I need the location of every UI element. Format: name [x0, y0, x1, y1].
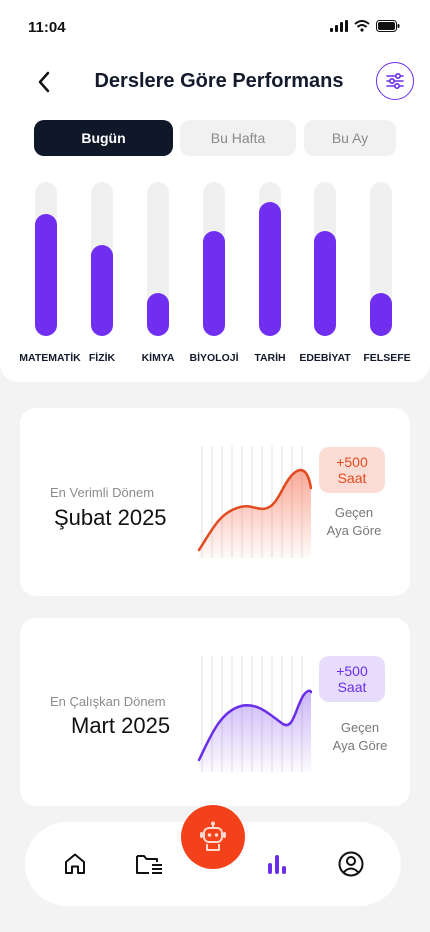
badge-value: +500: [336, 663, 368, 679]
comparison-line-2: Aya Göre: [326, 523, 382, 538]
bar-2[interactable]: [91, 182, 113, 336]
card-subtitle: En Çalışkan Dönem: [50, 694, 166, 709]
card-period: Şubat 2025: [54, 505, 167, 530]
comparison-text: Geçen Aya Göre: [304, 504, 404, 540]
trend-chart: [197, 656, 312, 772]
sliders-icon: [386, 72, 404, 90]
status-time: 11:04: [28, 19, 66, 36]
increase-badge: +500 Saat: [319, 447, 385, 493]
comparison-line-1: Geçen: [340, 720, 380, 735]
bar-fill: [203, 231, 225, 336]
bar-fill: [147, 293, 169, 336]
bar-fill: [259, 202, 281, 336]
bar-1[interactable]: [35, 182, 57, 336]
bar-fill: [314, 231, 336, 336]
battery-icon: [376, 20, 400, 32]
comparison-text: Geçen Aya Göre: [310, 719, 410, 755]
bar-3[interactable]: [147, 182, 169, 336]
status-icons: [330, 20, 400, 32]
card-subtitle: En Verimli Dönem: [50, 485, 155, 500]
subject-bar-chart: [0, 182, 430, 342]
trend-chart: [197, 446, 312, 558]
bar-label: FELSEFE: [363, 352, 411, 364]
robot-icon: [200, 821, 226, 851]
bar-7[interactable]: [370, 182, 392, 336]
nav-home[interactable]: [59, 848, 91, 880]
nav-stats[interactable]: [261, 848, 293, 880]
filter-button[interactable]: [376, 62, 414, 100]
bar-4[interactable]: [203, 182, 225, 336]
signal-icon: [330, 20, 348, 32]
bar-5[interactable]: [259, 182, 281, 336]
page-title: Derslere Göre Performans: [94, 70, 344, 92]
period-tabs: Bugün Bu Hafta Bu Ay: [0, 120, 430, 156]
tab-bu-hafta[interactable]: Bu Hafta: [180, 120, 296, 156]
ai-assistant-button[interactable]: [181, 805, 245, 869]
tab-bugun[interactable]: Bugün: [34, 120, 173, 156]
increase-badge: +500 Saat: [319, 656, 385, 702]
tab-bu-ay[interactable]: Bu Ay: [304, 120, 396, 156]
comparison-line-1: Geçen: [334, 505, 374, 520]
most-productive-card[interactable]: En Verimli Dönem Şubat 2025 +500 Saat Ge…: [20, 408, 410, 596]
card-period: Mart 2025: [71, 713, 171, 738]
home-icon: [65, 853, 85, 874]
folder-list-icon: [136, 855, 162, 874]
bar-6[interactable]: [314, 182, 336, 336]
wifi-icon: [354, 20, 370, 32]
profile-icon: [338, 851, 364, 877]
badge-unit: Saat: [337, 470, 367, 486]
most-hardworking-card[interactable]: En Çalışkan Dönem Mart 2025 +500 Saat Ge…: [20, 618, 410, 806]
bar-fill: [370, 293, 392, 336]
bar-fill: [35, 214, 57, 336]
badge-unit: Saat: [337, 679, 367, 695]
bar-fill: [91, 245, 113, 336]
nav-files[interactable]: [133, 848, 165, 880]
badge-value: +500: [336, 454, 368, 470]
comparison-line-2: Aya Göre: [332, 738, 388, 753]
nav-profile[interactable]: [335, 848, 367, 880]
bar-chart-icon: [268, 855, 286, 874]
